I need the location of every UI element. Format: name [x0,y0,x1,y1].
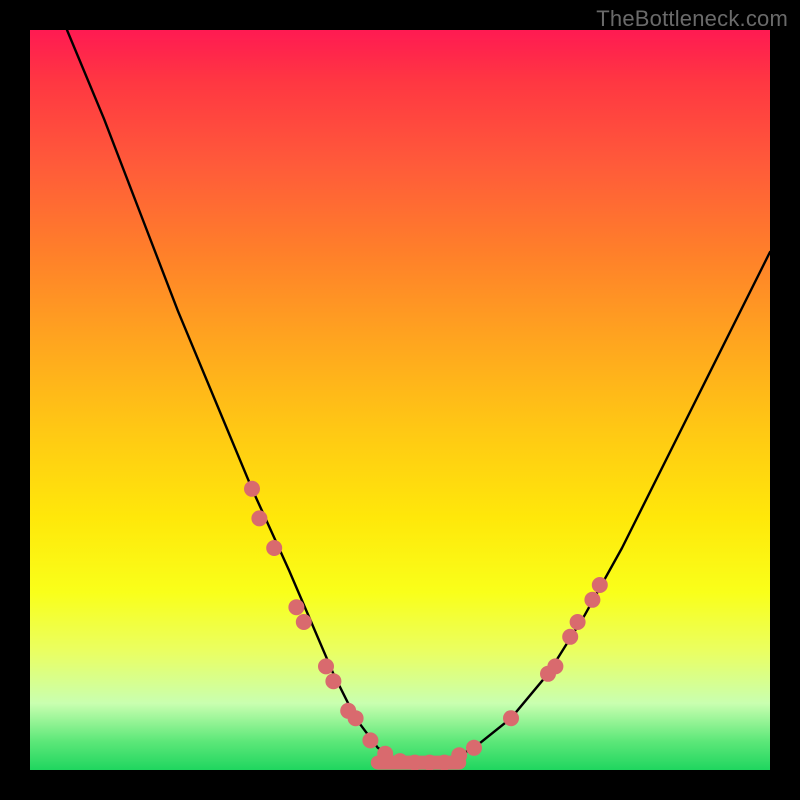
highlight-dot [318,658,334,674]
highlight-dot [570,614,586,630]
highlight-dot [540,666,556,682]
highlight-dot [348,710,364,726]
highlight-dot [562,629,578,645]
chart-frame: TheBottleneck.com [0,0,800,800]
highlight-dot [503,710,519,726]
highlight-dot [592,577,608,593]
plot-area [30,30,770,770]
curve-group [67,30,770,763]
highlight-dot [377,746,393,762]
highlight-dot [466,740,482,756]
highlight-dot [362,732,378,748]
watermark-text: TheBottleneck.com [596,6,788,32]
highlight-dot [340,703,356,719]
highlight-dot [547,658,563,674]
chart-svg [30,30,770,770]
highlight-dot [288,599,304,615]
highlight-dot [325,673,341,689]
markers-group [244,481,608,770]
highlight-dot [251,510,267,526]
highlight-dot [266,540,282,556]
highlight-dot [244,481,260,497]
highlight-dot [451,747,467,763]
highlight-dot [407,755,423,770]
highlight-dot [296,614,312,630]
highlight-dot [422,755,438,770]
highlight-dot [392,753,408,769]
highlight-dot [584,592,600,608]
bottleneck-curve [67,30,770,763]
highlight-dot [436,755,452,770]
